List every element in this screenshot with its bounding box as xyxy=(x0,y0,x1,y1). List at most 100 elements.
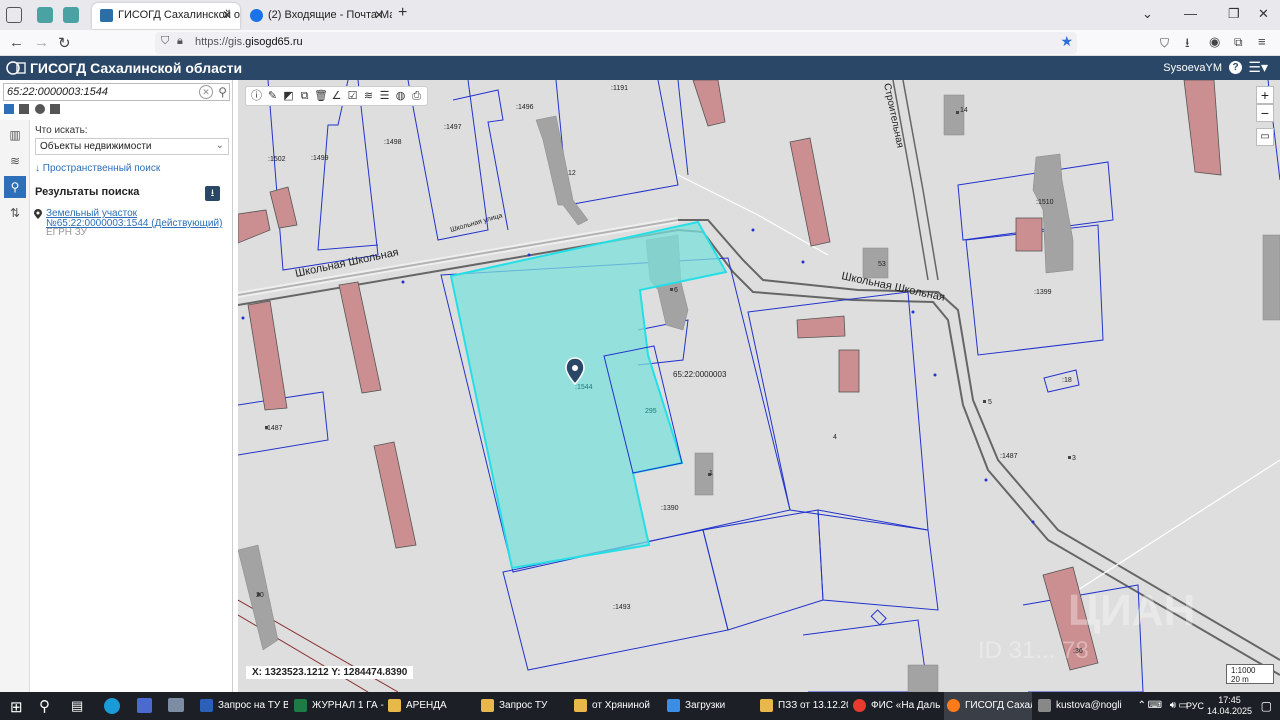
taskbar-item-active[interactable]: ГИСОГД Сахал... xyxy=(944,692,1032,720)
what-to-search-value: Объекты недвижимости xyxy=(40,141,152,152)
taskbar-item[interactable]: АРЕНДА xyxy=(388,692,473,720)
taskbar-item[interactable]: от Хряниной xyxy=(574,692,664,720)
bookmark-star-icon[interactable]: ★ xyxy=(1060,33,1073,50)
tab-mail[interactable]: (2) Входящие - Почта Mail ✕ xyxy=(242,3,392,29)
edit-geometry-icon[interactable]: ☑ xyxy=(346,89,359,103)
close-icon[interactable]: ✕ xyxy=(222,8,232,22)
delete-icon[interactable]: 🗑︎ xyxy=(314,89,328,103)
close-window-icon[interactable]: ✕ xyxy=(1258,6,1269,22)
layers-icon[interactable]: ≋ xyxy=(362,89,375,103)
calculator-icon[interactable] xyxy=(137,698,152,713)
ruler-icon[interactable]: ▭ xyxy=(1256,128,1274,146)
pinned-tab-icon[interactable] xyxy=(63,7,79,23)
taskbar-item[interactable]: ФИС «На Даль... xyxy=(853,692,941,720)
spatial-search-link[interactable]: ↓ Пространственный поиск xyxy=(35,163,160,174)
taskbar-item[interactable]: kustova@nogli... xyxy=(1038,692,1122,720)
download-icon[interactable]: ⭳ xyxy=(205,186,220,201)
app-header: ГИСОГД Сахалинской области SysoevaYM ? ☰… xyxy=(0,56,1280,80)
close-icon[interactable]: ✕ xyxy=(374,8,384,22)
globe-icon[interactable]: ◍ xyxy=(394,89,407,103)
pinned-tab-icon[interactable] xyxy=(37,7,53,23)
taskbar-item-label: ПЗЗ от 13.12.20... xyxy=(778,700,848,711)
minimize-icon[interactable]: — xyxy=(1184,6,1197,21)
menu-icon[interactable]: ≡ xyxy=(1258,34,1266,49)
taskbar-item[interactable]: Загрузки xyxy=(667,692,755,720)
list-icon[interactable]: ☰ xyxy=(378,89,391,103)
language-indicator[interactable]: РУС xyxy=(1186,701,1204,711)
edge-icon[interactable] xyxy=(104,698,120,714)
parcel-label: :1544 xyxy=(575,384,593,391)
search-tab-icon[interactable]: ⚲ xyxy=(4,176,26,198)
pocket-icon[interactable]: ⛉ xyxy=(1160,36,1169,51)
hamburger-menu-icon[interactable]: ☰▾ xyxy=(1248,59,1268,76)
search-icon[interactable]: ⚲ xyxy=(39,697,50,715)
layers-icon[interactable]: ≋ xyxy=(4,150,26,172)
gisogd-favicon-icon xyxy=(100,9,113,22)
user-name[interactable]: SysoevaYM xyxy=(1163,62,1222,74)
print-icon[interactable]: ⎙ xyxy=(410,89,423,103)
parcel-label: :1497 xyxy=(444,124,462,131)
tray-chevron-icon[interactable]: ⌃ xyxy=(1138,700,1146,711)
volume-icon[interactable]: 🔊︎ xyxy=(1170,700,1176,711)
document-icon[interactable] xyxy=(19,104,30,114)
user-icon[interactable] xyxy=(34,104,45,114)
windows-taskbar: ⊞ ⚲ ▤ Запрос на ТУ В... ЖУРНАЛ 1 ГА -...… xyxy=(0,692,1280,720)
map-view[interactable]: ЦИАН ID 31... 78 Школьная Школьная Школь… xyxy=(238,80,1280,692)
taskbar-item[interactable]: ПЗЗ от 13.12.20... xyxy=(760,692,848,720)
reload-icon[interactable]: ↻ xyxy=(58,34,71,52)
result-link[interactable]: Земельный участок №65:22:0000003:1544 (Д… xyxy=(46,209,226,229)
tab-gisogd[interactable]: ГИСОГД Сахалинской области ✕ xyxy=(92,3,240,29)
search-icon[interactable]: ⚲ xyxy=(218,85,227,99)
tab-list-chevron-icon[interactable]: ⌄ xyxy=(1142,6,1153,22)
extensions-icon[interactable]: ⧉ xyxy=(1234,35,1243,50)
transfer-icon[interactable]: ⇅ xyxy=(4,202,26,224)
tab-overview-icon[interactable] xyxy=(6,7,22,23)
copy-icon[interactable]: ⧉ xyxy=(298,89,311,103)
grid-icon[interactable] xyxy=(50,104,61,114)
taskbar-item[interactable]: Запрос ТУ xyxy=(481,692,569,720)
parcel-label: :1493 xyxy=(613,604,631,611)
shield-icon[interactable]: ⛉ xyxy=(161,35,169,48)
what-to-search-select[interactable]: Объекты недвижимости ⌄ xyxy=(35,138,229,155)
buildings-icon[interactable]: ▥ xyxy=(4,124,26,146)
select-icon[interactable]: ◩ xyxy=(282,89,295,103)
clock-date: 14.04.2025 xyxy=(1206,706,1252,716)
clock[interactable]: 17:45 14.04.2025 xyxy=(1207,695,1252,717)
help-icon[interactable]: ? xyxy=(1229,61,1242,74)
clear-icon[interactable]: ✕ xyxy=(199,85,213,99)
search-input[interactable]: 65:22:0000003:1544 ✕ ⚲ xyxy=(3,83,230,101)
zoom-out-button[interactable]: − xyxy=(1256,104,1274,122)
account-icon[interactable]: ◉ xyxy=(1209,34,1220,50)
new-tab-icon[interactable]: + xyxy=(398,4,407,22)
edit-icon[interactable]: ✎ xyxy=(266,89,279,103)
taskbar-item[interactable]: ЖУРНАЛ 1 ГА -... xyxy=(294,692,384,720)
home-icon[interactable] xyxy=(4,104,14,114)
yandex-icon xyxy=(853,699,866,712)
taskbar-item[interactable]: Запрос на ТУ В... xyxy=(200,692,288,720)
network-icon[interactable]: ⌨ xyxy=(1148,700,1162,711)
browser-nav-bar: ← → ↻ ⛉ 🔒︎ https://gis.gisogd65.ru ★ ⛉ ⭳… xyxy=(0,30,1280,56)
parcel-label: :1390 xyxy=(661,505,679,512)
parcel-label: :1487 xyxy=(1000,453,1018,460)
taskbar-item-label: kustova@nogli... xyxy=(1056,700,1122,711)
forward-icon[interactable]: → xyxy=(34,34,49,51)
house-number-label: 5 xyxy=(988,399,992,406)
restore-icon[interactable]: ❐ xyxy=(1228,6,1240,22)
info-icon[interactable]: ⓘ xyxy=(250,89,263,103)
notification-icon[interactable]: ▢ xyxy=(1261,699,1272,713)
house-number-label: 14 xyxy=(960,107,968,114)
app-logo-icon xyxy=(6,60,26,76)
mail-favicon-icon xyxy=(250,9,263,22)
taskbar-item-label: от Хряниной xyxy=(592,700,651,711)
back-icon[interactable]: ← xyxy=(9,34,24,51)
zoom-in-button[interactable]: + xyxy=(1256,86,1274,104)
downloads-folder-icon xyxy=(667,699,680,712)
taskbar-item-label: ЖУРНАЛ 1 ГА -... xyxy=(312,700,384,711)
camera-icon[interactable] xyxy=(168,698,184,712)
measure-icon[interactable]: ∠ xyxy=(330,89,343,103)
task-view-icon[interactable]: ▤ xyxy=(71,698,83,714)
sidebar: ▥ ≋ ⚲ ⇅ xyxy=(0,120,30,692)
downloads-icon[interactable]: ⭳ xyxy=(1185,34,1190,56)
windows-start-icon[interactable]: ⊞ xyxy=(10,698,23,716)
address-bar[interactable]: ⛉ 🔒︎ https://gis.gisogd65.ru ★ xyxy=(155,32,1077,54)
